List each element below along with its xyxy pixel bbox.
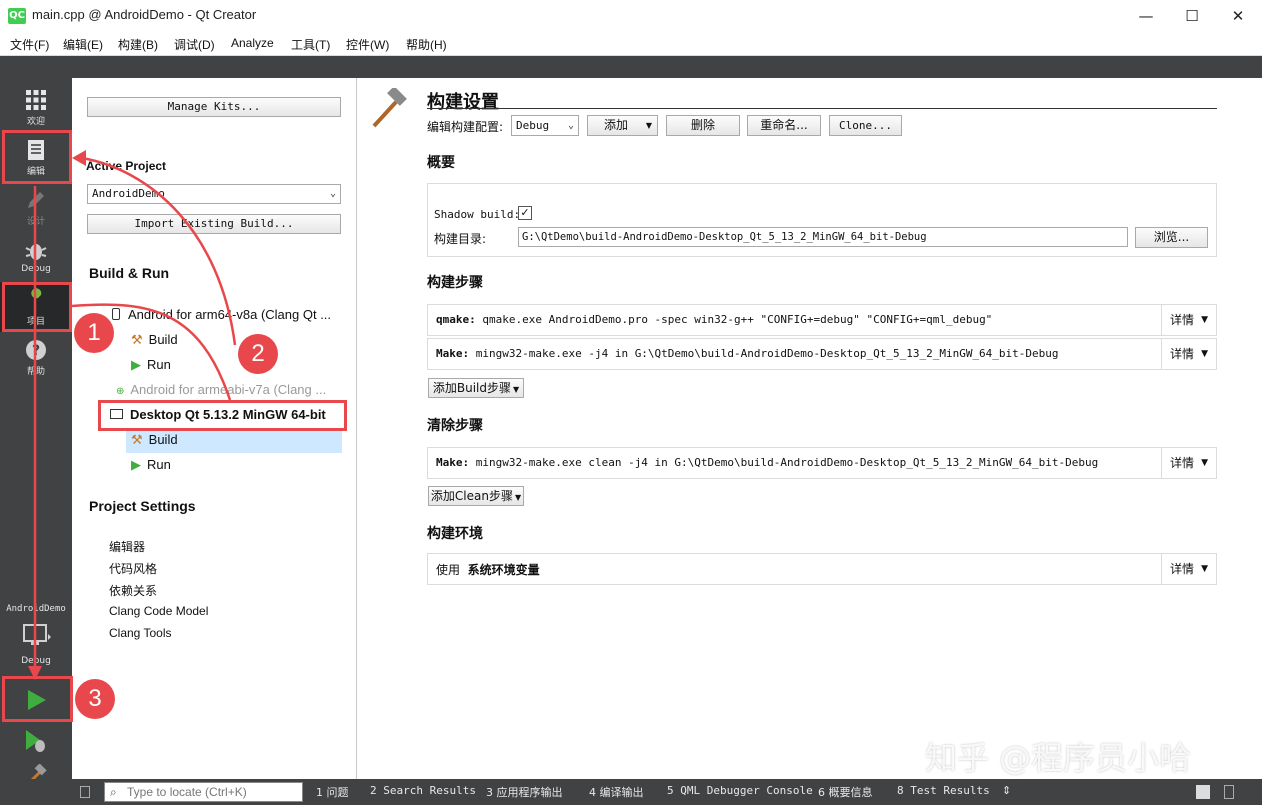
- step-badge-1: 1: [74, 313, 114, 353]
- watermark: 知乎 @程序员小哈: [925, 739, 1192, 777]
- step-badge-2: 2: [238, 334, 278, 374]
- annotation-arrows: [28, 150, 237, 680]
- step-badge-3: 3: [75, 679, 115, 719]
- arrow-head-icon: [72, 150, 86, 166]
- arrow-head-icon: [28, 666, 42, 680]
